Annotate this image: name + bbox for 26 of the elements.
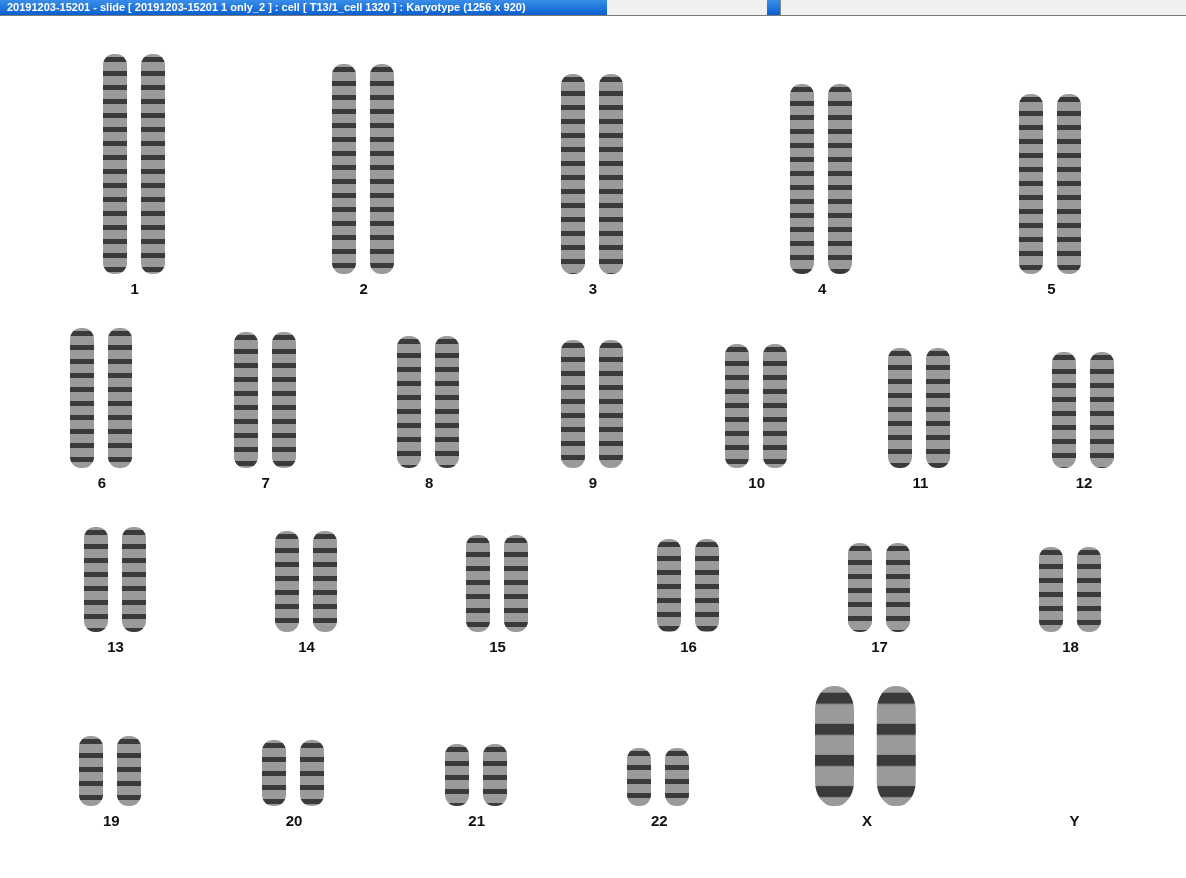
scrollbar-thumb[interactable] [767,0,781,15]
chromosome-label: 16 [680,638,697,655]
chromosome-label: 3 [588,280,598,297]
chromosome-label: 11 [912,474,929,491]
chromosome-label: X [861,812,872,829]
chromosome-label: 22 [650,812,668,829]
chromosome-label: 20 [285,812,303,829]
chromosome-label: 7 [261,474,270,491]
window-title: 20191203-15201 - slide [ 20191203-15201 1 only_2 ] : cell [ T13/1_cell 1320 ] : Karyotype (1256 x 920) [0,0,607,15]
chromosome-label: 10 [748,474,765,491]
chromosome-label: 9 [588,474,598,491]
chromosome-label: 8 [425,474,434,491]
chromosome-label: 15 [489,638,506,655]
chromosome-label: Y [1069,812,1080,829]
chromosome-label: 6 [97,474,106,491]
chromosome-label: 13 [107,638,124,655]
chromosome-label: 21 [468,812,485,829]
chromosome-label: 12 [1075,474,1093,491]
chromosome-label: 18 [1062,638,1079,655]
chromosome-label: 5 [1047,280,1056,297]
chromosome-label: 1 [130,280,139,297]
chromosome-label: 2 [359,280,368,297]
chromosome-label: 19 [103,812,120,829]
chromosome-label: 14 [298,638,315,655]
chromosome-label: 4 [818,280,827,297]
chromosome-label: 17 [871,638,888,655]
